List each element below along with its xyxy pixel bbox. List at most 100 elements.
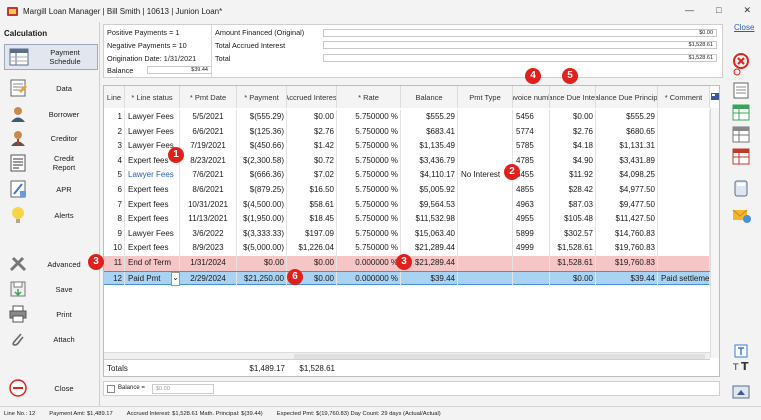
- col-header-line-status[interactable]: * Line status: [125, 86, 180, 108]
- cell-balance-due-interest[interactable]: $1,528.61: [550, 241, 596, 256]
- cell-invoice-number[interactable]: 5899: [513, 226, 550, 242]
- cell-line-status[interactable]: Expert fees: [125, 183, 180, 198]
- sidebar-item-apr[interactable]: APR: [4, 176, 98, 202]
- cell-pmt-date[interactable]: 10/31/2021: [180, 197, 237, 213]
- col-header-rate[interactable]: * Rate: [337, 86, 401, 108]
- table-row[interactable]: 3 Lawyer Fees 7/19/2021 $(450.66) $1.42 5.750…: [104, 139, 710, 154]
- cell-rate[interactable]: 5.750000 %: [337, 183, 401, 198]
- cell-rate[interactable]: 5.750000 %: [337, 124, 401, 140]
- close-link[interactable]: Close: [734, 23, 754, 32]
- cell-line-status[interactable]: Expert fees: [125, 197, 180, 213]
- cell-invoice-number[interactable]: [513, 271, 550, 287]
- sidebar-item-save[interactable]: Save: [4, 276, 98, 302]
- cell-accrued-interest[interactable]: $2.76: [287, 124, 337, 140]
- cell-line[interactable]: 1: [104, 110, 125, 125]
- cell-invoice-number[interactable]: 4955: [513, 212, 550, 227]
- cell-accrued-interest[interactable]: $16.50: [287, 183, 337, 198]
- text-format-icon[interactable]: TT: [732, 344, 750, 373]
- cell-pmt-type[interactable]: [458, 197, 513, 213]
- cell-rate[interactable]: 0.000000 %: [337, 256, 401, 271]
- cell-payment[interactable]: $(4,500.00): [237, 197, 287, 213]
- cell-balance[interactable]: $9,564.53: [401, 197, 458, 213]
- vertical-scrollbar[interactable]: [710, 108, 719, 358]
- cell-line[interactable]: 7: [104, 197, 125, 213]
- minimize-button[interactable]: —: [685, 5, 694, 16]
- cell-balance[interactable]: $555.29: [401, 110, 458, 125]
- cell-accrued-interest[interactable]: $1.42: [287, 139, 337, 154]
- cell-line-status[interactable]: Lawyer Fees: [125, 168, 180, 183]
- spreadsheet-green-icon[interactable]: [732, 104, 750, 121]
- cell-invoice-number[interactable]: 4963: [513, 197, 550, 213]
- table-row[interactable]: 12 Paid Pmt 2/29/2024 $21,250.00 $0.00 0.0000…: [104, 270, 710, 287]
- cell-line-status[interactable]: Expert fees: [125, 212, 180, 227]
- cell-balance-due-principal[interactable]: $3,431.89: [596, 153, 658, 169]
- cell-pmt-type[interactable]: [458, 183, 513, 198]
- cell-line-status[interactable]: Lawyer Fees: [125, 124, 180, 140]
- table-row[interactable]: 4 Expert fees 8/23/2021 $(2,300.58) $0.72 5.7…: [104, 153, 710, 169]
- cell-balance-due-principal[interactable]: $19,760.83: [596, 241, 658, 256]
- cell-line[interactable]: 11: [104, 256, 125, 271]
- cell-accrued-interest[interactable]: $197.09: [287, 226, 337, 242]
- cell-pmt-type[interactable]: [458, 256, 513, 271]
- cell-pmt-type[interactable]: [458, 226, 513, 242]
- cell-pmt-date[interactable]: 5/5/2021: [180, 110, 237, 125]
- cell-accrued-interest[interactable]: $58.61: [287, 197, 337, 213]
- cell-balance-due-principal[interactable]: $11,427.50: [596, 212, 658, 227]
- cell-pmt-date[interactable]: 8/9/2023: [180, 241, 237, 256]
- cell-payment[interactable]: $0.00: [237, 256, 287, 271]
- column-chooser-icon[interactable]: [710, 90, 719, 102]
- cell-comment[interactable]: [658, 139, 710, 154]
- cell-balance[interactable]: $21,289.44: [401, 241, 458, 256]
- cell-line-status[interactable]: Lawyer Fees: [125, 110, 180, 125]
- cell-balance-due-interest[interactable]: $302.57: [550, 226, 596, 242]
- cell-invoice-number[interactable]: 4785: [513, 153, 550, 169]
- cell-balance-due-principal[interactable]: $14,760.83: [596, 226, 658, 242]
- col-header-line[interactable]: Line: [104, 86, 125, 108]
- cell-accrued-interest[interactable]: $18.45: [287, 212, 337, 227]
- cell-comment[interactable]: [658, 256, 710, 271]
- cell-comment[interactable]: [658, 168, 710, 183]
- cell-balance-due-interest[interactable]: $2.76: [550, 124, 596, 140]
- cell-pmt-type[interactable]: [458, 271, 513, 287]
- cell-line[interactable]: 9: [104, 226, 125, 242]
- cell-line[interactable]: 5: [104, 168, 125, 183]
- cell-payment[interactable]: $(125.36): [237, 124, 287, 140]
- cell-rate[interactable]: 5.750000 %: [337, 226, 401, 242]
- close-window-button[interactable]: ✕: [743, 5, 751, 16]
- cell-accrued-interest[interactable]: $0.72: [287, 153, 337, 169]
- col-header-payment[interactable]: * Payment: [237, 86, 287, 108]
- sidebar-item-advanced[interactable]: Advanced: [4, 251, 98, 277]
- cell-invoice-number[interactable]: 4999: [513, 241, 550, 256]
- cell-invoice-number[interactable]: 4855: [513, 183, 550, 198]
- cell-pmt-type[interactable]: [458, 212, 513, 227]
- cell-balance-due-principal[interactable]: $4,098.25: [596, 168, 658, 183]
- cell-balance-due-interest[interactable]: $1,528.61: [550, 256, 596, 271]
- balance-checkbox[interactable]: [107, 385, 115, 393]
- col-header-accrued-interest[interactable]: Accrued Interest: [287, 86, 337, 108]
- cell-invoice-number[interactable]: 5785: [513, 139, 550, 154]
- cell-balance[interactable]: $15,063.40: [401, 226, 458, 242]
- cell-balance-due-principal[interactable]: $4,977.50: [596, 183, 658, 198]
- cell-accrued-interest[interactable]: $0.00: [287, 110, 337, 125]
- mail-chat-icon[interactable]: [732, 207, 751, 224]
- cell-rate[interactable]: 5.750000 %: [337, 139, 401, 154]
- table-row[interactable]: 6 Expert fees 8/6/2021 $(879.25) $16.50 5.750…: [104, 183, 710, 198]
- sidebar-item-print[interactable]: Print: [4, 301, 98, 327]
- cell-payment[interactable]: $(5,000.00): [237, 241, 287, 256]
- cell-balance-due-interest[interactable]: $4.90: [550, 153, 596, 169]
- cell-balance-due-interest[interactable]: $4.18: [550, 139, 596, 154]
- table-row[interactable]: 9 Lawyer Fees 3/6/2022 $(3,333.33) $197.09 5.…: [104, 226, 710, 242]
- cell-pmt-date[interactable]: 8/6/2021: [180, 183, 237, 198]
- cell-payment[interactable]: $(3,333.33): [237, 226, 287, 242]
- cell-pmt-type[interactable]: [458, 110, 513, 125]
- cell-line-status[interactable]: End of Term: [125, 256, 180, 271]
- cell-balance-due-principal[interactable]: $680.65: [596, 124, 658, 140]
- cell-balance[interactable]: $1,135.49: [401, 139, 458, 154]
- cell-payment[interactable]: $(666.36): [237, 168, 287, 183]
- cell-pmt-date[interactable]: 11/13/2021: [180, 212, 237, 227]
- col-header-balance[interactable]: Balance: [401, 86, 458, 108]
- cell-comment[interactable]: [658, 197, 710, 213]
- col-header-pmt-date[interactable]: * Pmt Date: [180, 86, 237, 108]
- cell-pmt-date[interactable]: 8/23/2021: [180, 153, 237, 169]
- cell-pmt-date[interactable]: 6/6/2021: [180, 124, 237, 140]
